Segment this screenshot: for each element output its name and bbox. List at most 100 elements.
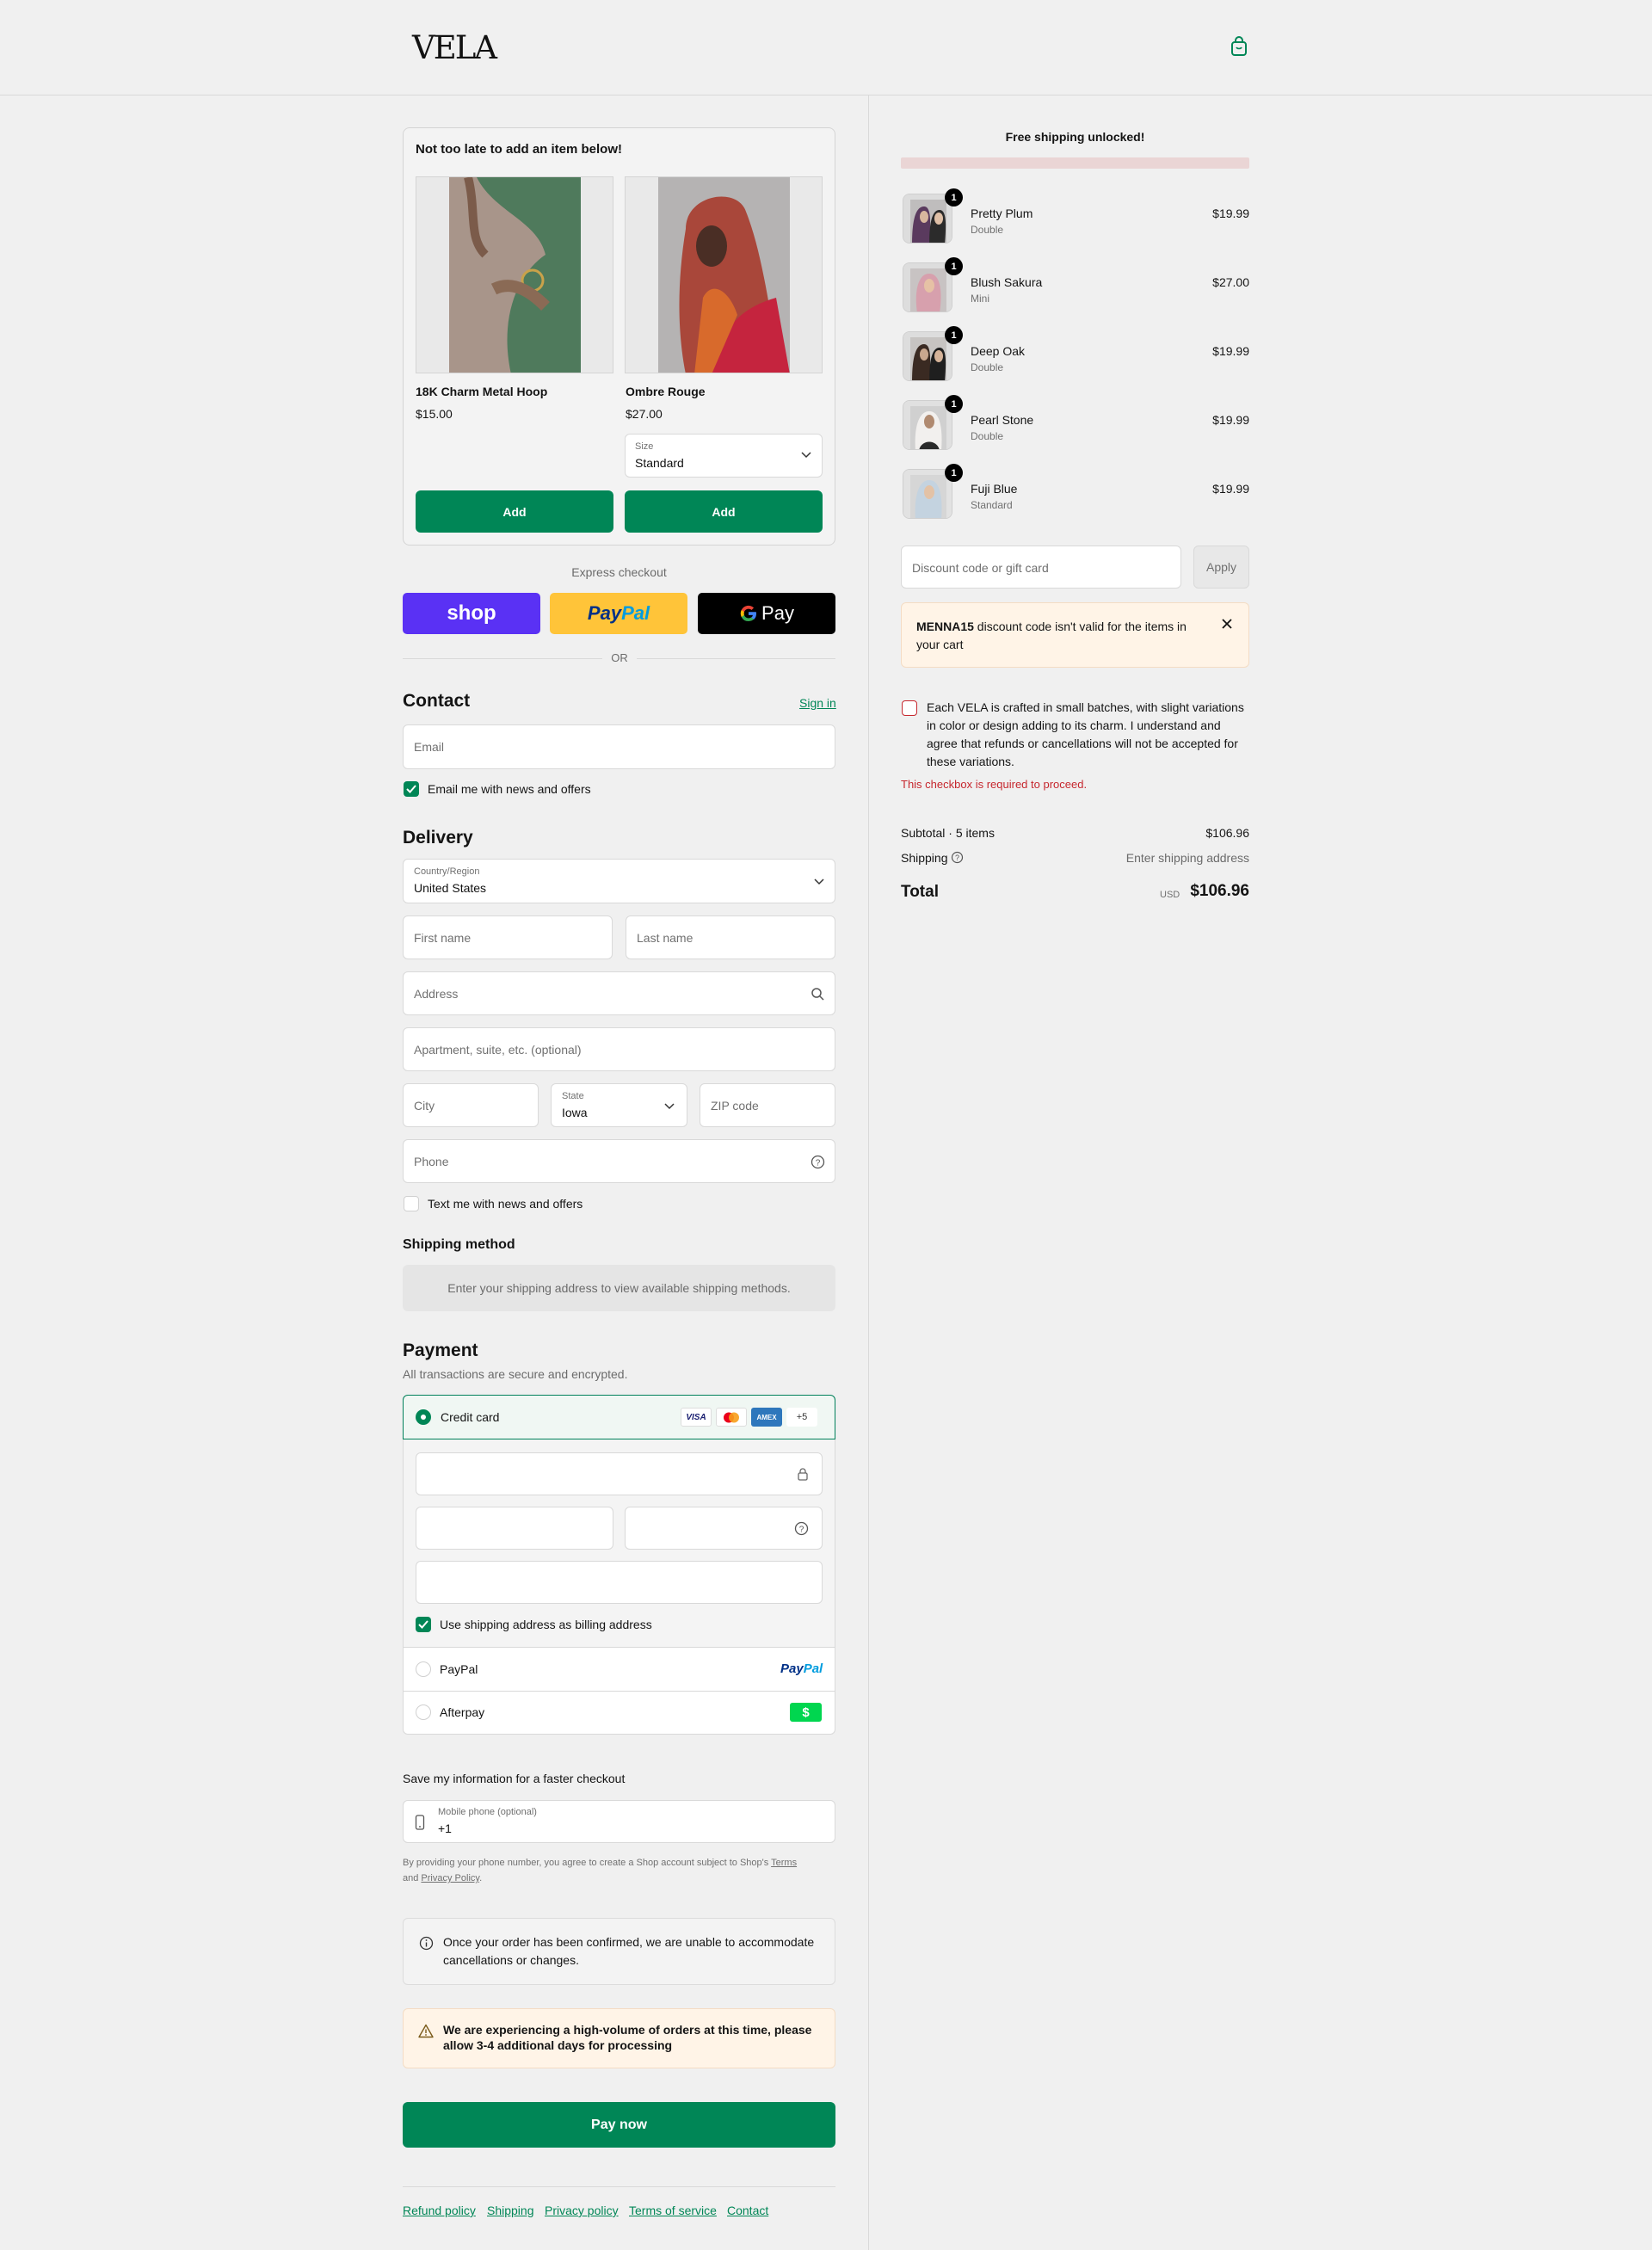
terms-link[interactable]: Terms xyxy=(771,1858,797,1868)
total-label: Total xyxy=(901,883,939,901)
item-name: Blush Sakura xyxy=(971,275,1043,289)
info-icon xyxy=(419,1936,434,1951)
paypal-option[interactable]: PayPal PayPal xyxy=(404,1648,835,1692)
item-variant: Double xyxy=(971,224,1004,236)
apartment-field[interactable]: Apartment, suite, etc. (optional) xyxy=(403,1027,835,1071)
store-logo[interactable]: VELA xyxy=(412,29,497,66)
billing-checkbox[interactable] xyxy=(416,1617,431,1632)
help-circle-icon[interactable]: ? xyxy=(951,851,964,864)
shop-pay-button[interactable]: shop xyxy=(403,593,540,634)
afterpay-logo-icon: $ xyxy=(790,1703,822,1722)
shopping-bag-icon[interactable] xyxy=(1230,36,1248,57)
item-price: $27.00 xyxy=(1212,275,1249,289)
google-pay-button[interactable]: Pay xyxy=(698,593,835,634)
expiry-field[interactable] xyxy=(416,1507,613,1550)
shipping-method-message: Enter your shipping address to view avai… xyxy=(403,1265,835,1311)
product-image[interactable] xyxy=(625,176,823,373)
close-icon[interactable] xyxy=(1221,618,1233,630)
credit-card-radio[interactable] xyxy=(416,1409,431,1425)
warning-icon xyxy=(418,2024,434,2038)
email-news-checkbox[interactable] xyxy=(404,781,419,797)
legal-period: . xyxy=(479,1873,483,1883)
chevron-down-icon xyxy=(814,878,824,885)
lock-icon xyxy=(798,1468,808,1481)
mobile-phone-icon xyxy=(415,1815,425,1830)
email-field[interactable]: Email xyxy=(403,724,835,769)
sign-in-link[interactable]: Sign in xyxy=(799,696,836,710)
info-notice-text: Once your order has been confirmed, we a… xyxy=(443,1935,815,1967)
privacy-policy-link[interactable]: Privacy Policy xyxy=(421,1873,479,1883)
warning-notice-text: We are experiencing a high-volume of ord… xyxy=(443,2023,812,2052)
contact-link[interactable]: Contact xyxy=(727,2204,768,2217)
discount-error-banner: MENNA15 discount code isn't valid for th… xyxy=(901,602,1249,668)
total-value: $106.96 xyxy=(1190,882,1249,900)
add-hoop-button[interactable]: Add xyxy=(416,490,613,533)
discount-code-field[interactable]: Discount code or gift card xyxy=(901,546,1181,589)
paypal-logo-icon: PayPal xyxy=(780,1661,823,1676)
mobile-phone-field[interactable]: Mobile phone (optional) +1 xyxy=(403,1800,835,1843)
billing-label: Use shipping address as billing address xyxy=(440,1618,652,1631)
svg-text:?: ? xyxy=(816,1159,821,1168)
item-name: Pretty Plum xyxy=(971,207,1033,220)
chevron-down-icon xyxy=(801,452,811,459)
amex-icon: AMEX xyxy=(751,1408,782,1427)
address-placeholder: Address xyxy=(414,987,459,1001)
zip-field[interactable]: ZIP code xyxy=(700,1083,835,1127)
upsell-product-price: $27.00 xyxy=(626,407,663,421)
help-circle-icon[interactable]: ? xyxy=(794,1521,809,1536)
state-value: Iowa xyxy=(562,1106,588,1119)
email-news-label: Email me with news and offers xyxy=(428,782,591,796)
security-code-field[interactable]: ? xyxy=(625,1507,823,1550)
apply-discount-button[interactable]: Apply xyxy=(1193,546,1249,589)
shipping-label: Shipping xyxy=(901,851,948,865)
state-select[interactable]: State Iowa xyxy=(551,1083,687,1127)
privacy-policy-footer-link[interactable]: Privacy policy xyxy=(545,2204,619,2217)
last-name-field[interactable]: Last name xyxy=(626,915,835,959)
mobile-phone-label: Mobile phone (optional) xyxy=(438,1807,537,1817)
help-circle-icon[interactable]: ? xyxy=(811,1155,825,1169)
shipping-policy-link[interactable]: Shipping xyxy=(487,2204,534,2217)
pay-now-button[interactable]: Pay now xyxy=(403,2102,835,2148)
text-news-checkbox[interactable] xyxy=(404,1196,419,1211)
subtotal-value: $106.96 xyxy=(1205,826,1249,840)
phone-placeholder: Phone xyxy=(414,1155,449,1168)
credit-card-option[interactable]: Credit card VISA AMEX +5 xyxy=(403,1395,835,1439)
paypal-radio[interactable] xyxy=(416,1661,431,1677)
credit-card-label: Credit card xyxy=(441,1410,500,1424)
paypal-button[interactable]: Pay Pal xyxy=(550,593,687,634)
name-on-card-field[interactable] xyxy=(416,1561,823,1604)
column-divider xyxy=(868,96,869,2250)
product-image[interactable] xyxy=(416,176,613,373)
subtotal-label: Subtotal · 5 items xyxy=(901,826,995,840)
country-select[interactable]: Country/Region United States xyxy=(403,859,835,903)
visa-icon: VISA xyxy=(681,1408,712,1427)
address-field[interactable]: Address xyxy=(403,971,835,1015)
contact-heading: Contact xyxy=(403,691,471,711)
discount-placeholder: Discount code or gift card xyxy=(912,561,1049,575)
first-name-field[interactable]: First name xyxy=(403,915,613,959)
afterpay-option[interactable]: Afterpay $ xyxy=(404,1692,835,1734)
refund-policy-link[interactable]: Refund policy xyxy=(403,2204,476,2217)
state-label: State xyxy=(562,1091,584,1101)
card-number-field[interactable] xyxy=(416,1452,823,1495)
text-news-label: Text me with news and offers xyxy=(428,1197,583,1211)
shipping-progress-bar xyxy=(901,157,1249,169)
city-field[interactable]: City xyxy=(403,1083,539,1127)
chevron-down-icon xyxy=(664,1103,675,1110)
item-name: Pearl Stone xyxy=(971,413,1034,427)
order-confirmation-notice: Once your order has been confirmed, we a… xyxy=(403,1918,835,1985)
upsell-title: Not too late to add an item below! xyxy=(416,142,622,157)
upsell-product-name: 18K Charm Metal Hoop xyxy=(416,385,548,398)
google-pay-label: Pay xyxy=(761,602,794,624)
legal-prefix: By providing your phone number, you agre… xyxy=(403,1858,769,1868)
afterpay-radio[interactable] xyxy=(416,1704,431,1720)
size-select[interactable]: Size Standard xyxy=(625,434,823,478)
phone-field[interactable]: Phone ? xyxy=(403,1139,835,1183)
payment-heading: Payment xyxy=(403,1341,478,1360)
quantity-badge: 1 xyxy=(945,464,963,482)
currency-label: USD xyxy=(1160,890,1180,900)
terms-of-service-link[interactable]: Terms of service xyxy=(629,2204,717,2217)
consent-checkbox[interactable] xyxy=(902,700,917,716)
google-icon xyxy=(740,605,757,622)
add-ombre-button[interactable]: Add xyxy=(625,490,823,533)
